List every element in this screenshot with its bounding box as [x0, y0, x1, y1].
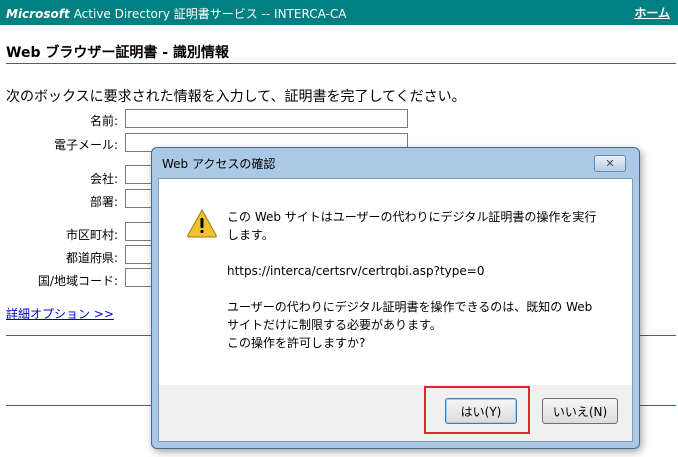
dialog-title: Web アクセスの確認 — [162, 157, 276, 171]
warning-icon — [187, 208, 217, 238]
yes-button[interactable]: はい(Y) — [445, 398, 517, 424]
close-icon[interactable]: ✕ — [594, 155, 626, 172]
advanced-options-link[interactable]: 詳細オプション >> — [6, 305, 114, 322]
intro-text: 次のボックスに要求された情報を入力して、証明書を完了してください。 — [6, 89, 466, 105]
name-label: 名前: — [89, 114, 118, 128]
header-bar: Microsoft Active Directory 証明書サービス -- INT… — [0, 0, 678, 25]
title-divider — [6, 63, 676, 64]
web-access-dialog: Web アクセスの確認 ✕ この Web サイトはユーザーの代わりにデジタル証明… — [151, 147, 640, 449]
page-title: Web ブラウザー証明書 - 識別情報 — [6, 45, 229, 61]
advice-line-2: サイトだけに制限する必要があります。 — [227, 318, 442, 332]
header-title: Microsoft Active Directory 証明書サービス -- INT… — [6, 5, 346, 22]
country-label: 国/地域コード: — [37, 274, 118, 288]
brand-name: Microsoft — [6, 7, 70, 21]
no-button[interactable]: いいえ(N) — [542, 398, 618, 424]
advice-line-1: ユーザーの代わりにデジタル証明書を操作できるのは、既知の Web — [227, 300, 593, 314]
advice-line-3: この操作を許可しますか? — [227, 336, 366, 350]
request-url: https://interca/certsrv/certrqbi.asp?typ… — [227, 264, 485, 278]
company-label: 会社: — [89, 172, 118, 186]
service-title: Active Directory 証明書サービス -- INTERCA-CA — [73, 7, 347, 21]
email-label: 電子メール: — [53, 138, 118, 152]
department-label: 部署: — [89, 195, 118, 209]
message-line-2: します。 — [227, 228, 274, 242]
city-label: 市区町村: — [65, 228, 118, 242]
dialog-body: この Web サイトはユーザーの代わりにデジタル証明書の操作を実行 します。 h… — [158, 178, 633, 442]
state-label: 都道府県: — [65, 251, 118, 265]
message-line-1: この Web サイトはユーザーの代わりにデジタル証明書の操作を実行 — [227, 210, 597, 224]
name-field[interactable] — [125, 109, 408, 128]
home-link[interactable]: ホーム — [634, 4, 670, 21]
